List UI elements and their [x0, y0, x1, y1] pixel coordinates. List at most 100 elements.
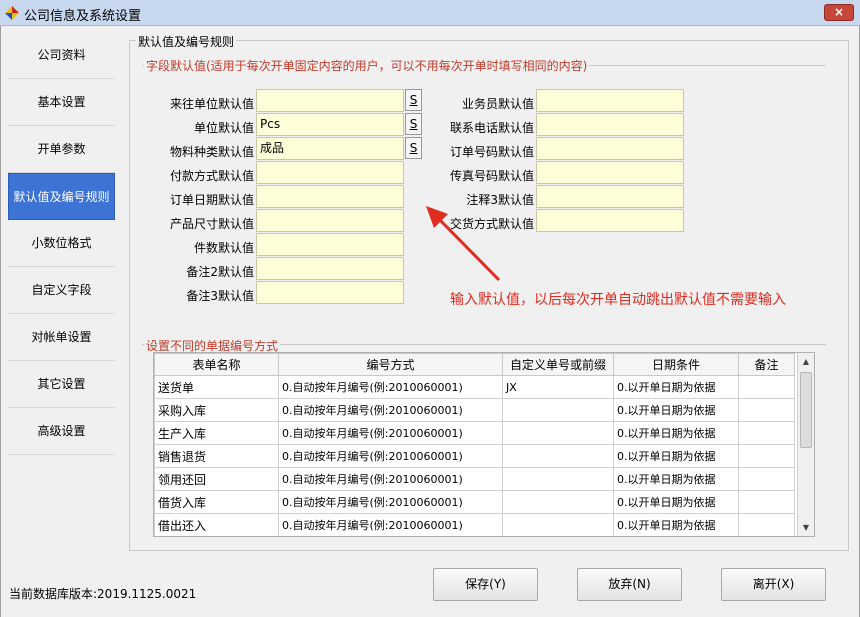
- form-name-cell[interactable]: 领用还回: [154, 467, 279, 491]
- prefix-cell[interactable]: [502, 513, 614, 536]
- remark-cell[interactable]: [738, 513, 795, 536]
- form-name-cell[interactable]: 销售退货: [154, 444, 279, 468]
- date-condition-cell[interactable]: 0.以开单日期为依据: [613, 444, 739, 468]
- annotation-arrow-icon: [426, 206, 501, 282]
- db-version-status: 当前数据库版本:2019.1125.0021: [9, 587, 197, 601]
- column-header[interactable]: 自定义单号或前缀: [502, 353, 614, 376]
- window-title: 公司信息及系统设置: [24, 9, 142, 24]
- prefix-cell[interactable]: [502, 421, 614, 445]
- numbering-mode-cell[interactable]: 0.自动按年月编号(例:2010060001): [278, 421, 503, 445]
- form-name-cell[interactable]: 生产入库: [154, 421, 279, 445]
- remark-cell[interactable]: [738, 421, 795, 445]
- remark-cell[interactable]: [738, 467, 795, 491]
- form-name-cell[interactable]: 借货入库: [154, 490, 279, 514]
- column-header[interactable]: 日期条件: [613, 353, 739, 376]
- table-row[interactable]: 生产入库 0.自动按年月编号(例:2010060001) 0.以开单日期为依据: [154, 421, 795, 445]
- phone-default-input[interactable]: [536, 113, 684, 136]
- nav-item-custom-fields[interactable]: 自定义字段: [8, 267, 115, 314]
- field-defaults-subtitle: 字段默认值(适用于每次开单固定内容的用户，可以不用每次开单时填写相同的内容): [144, 57, 590, 74]
- nav-item-company-info[interactable]: 公司资料: [8, 32, 115, 79]
- exit-button[interactable]: 离开(X): [721, 568, 826, 601]
- date-condition-cell[interactable]: 0.以开单日期为依据: [613, 513, 739, 536]
- form-name-cell[interactable]: 送货单: [154, 375, 279, 399]
- table-header-row: 表单名称 编号方式 自定义单号或前缀 日期条件 备注: [154, 353, 795, 376]
- column-header[interactable]: 编号方式: [278, 353, 503, 376]
- nav-item-defaults-numbering[interactable]: 默认值及编号规则: [8, 173, 115, 220]
- salesperson-default-input[interactable]: [536, 89, 684, 112]
- numbering-mode-cell[interactable]: 0.自动按年月编号(例:2010060001): [278, 398, 503, 422]
- prefix-cell[interactable]: [502, 398, 614, 422]
- date-condition-cell[interactable]: 0.以开单日期为依据: [613, 398, 739, 422]
- date-condition-cell[interactable]: 0.以开单日期为依据: [613, 467, 739, 491]
- column-header[interactable]: 表单名称: [154, 353, 279, 376]
- product-size-default-input[interactable]: [256, 209, 404, 232]
- material-type-default-input[interactable]: 成品: [256, 137, 404, 160]
- field-label: 产品尺寸默认值: [169, 217, 254, 231]
- table-row[interactable]: 销售退货 0.自动按年月编号(例:2010060001) 0.以开单日期为依据: [154, 444, 795, 468]
- form-name-cell[interactable]: 采购入库: [154, 398, 279, 422]
- nav-item-other-settings[interactable]: 其它设置: [8, 361, 115, 408]
- prefix-cell[interactable]: [502, 444, 614, 468]
- remark-cell[interactable]: [738, 398, 795, 422]
- nav-item-order-params[interactable]: 开单参数: [8, 126, 115, 173]
- partner-default-input[interactable]: [256, 89, 404, 112]
- nav-item-basic-settings[interactable]: 基本设置: [8, 79, 115, 126]
- save-button[interactable]: 保存(Y): [433, 568, 538, 601]
- remark3-default-input[interactable]: [256, 281, 404, 304]
- numbering-table: 表单名称 编号方式 自定义单号或前缀 日期条件 备注 送货单 0.自动按年月编号…: [153, 352, 815, 537]
- table-row[interactable]: 领用还回 0.自动按年月编号(例:2010060001) 0.以开单日期为依据: [154, 467, 795, 491]
- prefix-cell[interactable]: JX: [502, 375, 614, 399]
- nav-item-decimal-format[interactable]: 小数位格式: [8, 220, 115, 267]
- numbering-mode-cell[interactable]: 0.自动按年月编号(例:2010060001): [278, 444, 503, 468]
- cancel-button[interactable]: 放弃(N): [577, 568, 682, 601]
- numbering-mode-cell[interactable]: 0.自动按年月编号(例:2010060001): [278, 513, 503, 536]
- order-number-default-input[interactable]: [536, 137, 684, 160]
- table-row[interactable]: 借出还入 0.自动按年月编号(例:2010060001) 0.以开单日期为依据: [154, 513, 795, 536]
- window-border-left: [0, 26, 1, 617]
- table-row[interactable]: 送货单 0.自动按年月编号(例:2010060001) JX 0.以开单日期为依…: [154, 375, 795, 399]
- date-condition-cell[interactable]: 0.以开单日期为依据: [613, 375, 739, 399]
- form-name-cell[interactable]: 借出还入: [154, 513, 279, 536]
- scroll-up-icon[interactable]: ▲: [798, 353, 814, 370]
- default-values-annotation: 输入默认值，以后每次开单自动跳出默认值不需要输入: [450, 292, 786, 308]
- nav-item-statement-settings[interactable]: 对帐单设置: [8, 314, 115, 361]
- order-date-default-input[interactable]: [256, 185, 404, 208]
- field-label: 付款方式默认值: [169, 169, 254, 183]
- note3-default-input[interactable]: [536, 185, 684, 208]
- remark2-default-input[interactable]: [256, 257, 404, 280]
- date-condition-cell[interactable]: 0.以开单日期为依据: [613, 421, 739, 445]
- defaults-group-title: 默认值及编号规则: [136, 33, 237, 50]
- table-row[interactable]: 借货入库 0.自动按年月编号(例:2010060001) 0.以开单日期为依据: [154, 490, 795, 514]
- table-row[interactable]: 采购入库 0.自动按年月编号(例:2010060001) 0.以开单日期为依据: [154, 398, 795, 422]
- close-icon: ×: [833, 5, 845, 19]
- title-bar: 公司信息及系统设置 ×: [0, 0, 860, 26]
- field-label: 备注2默认值: [186, 265, 254, 279]
- field-label: 物料种类默认值: [169, 145, 254, 159]
- numbering-mode-cell[interactable]: 0.自动按年月编号(例:2010060001): [278, 467, 503, 491]
- field-label: 单位默认值: [193, 121, 254, 135]
- field-label: 订单日期默认值: [169, 193, 254, 207]
- numbering-mode-cell[interactable]: 0.自动按年月编号(例:2010060001): [278, 375, 503, 399]
- numbering-mode-cell[interactable]: 0.自动按年月编号(例:2010060001): [278, 490, 503, 514]
- unit-default-input[interactable]: Pcs: [256, 113, 404, 136]
- field-label: 订单号码默认值: [449, 145, 534, 159]
- delivery-method-default-input[interactable]: [536, 209, 684, 232]
- remark-cell[interactable]: [738, 490, 795, 514]
- scroll-down-icon[interactable]: ▼: [798, 519, 814, 536]
- field-label: 传真号码默认值: [449, 169, 534, 183]
- column-header[interactable]: 备注: [738, 353, 795, 376]
- fax-default-input[interactable]: [536, 161, 684, 184]
- piece-count-default-input[interactable]: [256, 233, 404, 256]
- close-button[interactable]: ×: [824, 4, 854, 21]
- nav-item-advanced-settings[interactable]: 高级设置: [8, 408, 115, 455]
- field-label: 备注3默认值: [186, 289, 254, 303]
- payment-method-default-input[interactable]: [256, 161, 404, 184]
- scroll-thumb[interactable]: [800, 372, 812, 448]
- remark-cell[interactable]: [738, 375, 795, 399]
- date-condition-cell[interactable]: 0.以开单日期为依据: [613, 490, 739, 514]
- prefix-cell[interactable]: [502, 467, 614, 491]
- table-vertical-scrollbar[interactable]: ▲ ▼: [797, 353, 814, 536]
- field-label: 来往单位默认值: [169, 97, 254, 111]
- remark-cell[interactable]: [738, 444, 795, 468]
- prefix-cell[interactable]: [502, 490, 614, 514]
